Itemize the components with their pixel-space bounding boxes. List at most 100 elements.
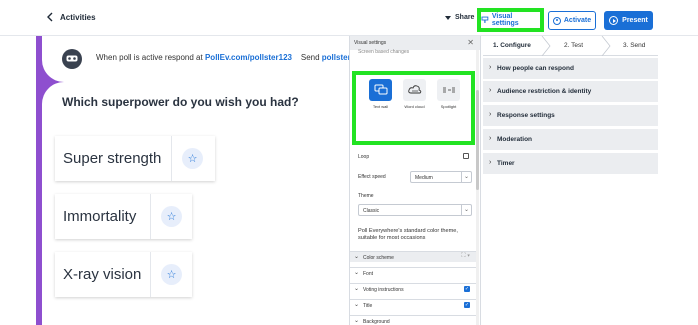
vr-headset-icon: [62, 49, 82, 69]
choice-label: Super strength: [63, 150, 162, 167]
poll-preview: When poll is active respond at PollEv.co…: [36, 36, 349, 325]
panel-title: Visual settings: [350, 36, 480, 50]
checkbox-checked-icon[interactable]: ✓: [464, 286, 470, 292]
choice-divider: [150, 252, 151, 297]
section-background[interactable]: ⌄ Background: [350, 315, 478, 325]
star-icon[interactable]: ☆: [161, 206, 182, 227]
chevron-down-icon: ⌄: [354, 318, 360, 324]
section-title[interactable]: ⌄ Title ✓: [350, 299, 478, 310]
accordion-label: Audience restriction & identity: [497, 88, 592, 95]
left-margin: [0, 36, 36, 325]
accordion-label: Response settings: [497, 112, 555, 119]
section-font[interactable]: ⌄ Font: [350, 267, 478, 278]
effect-speed-value: Medium: [415, 175, 433, 181]
chevron-down-icon: ⌄: [354, 286, 360, 292]
star-icon[interactable]: ☆: [161, 264, 182, 285]
tab-send[interactable]: 3. Send: [623, 42, 645, 49]
theme-option-word-cloud[interactable]: Word cloud: [401, 77, 428, 111]
step-tabs: 1. Configure 2. Test 3. Send: [483, 36, 658, 56]
share-label: Share: [455, 14, 475, 21]
chevron-left-icon: [47, 12, 53, 22]
effect-speed-label: Effect speed: [358, 174, 386, 180]
section-color-scheme[interactable]: ⌄ Color scheme ⛶ ▾: [350, 251, 478, 262]
accordion-moderation[interactable]: › Moderation: [483, 129, 658, 151]
section-label: Title: [363, 303, 373, 309]
section-label: Color scheme: [363, 255, 394, 261]
configure-panel: 1. Configure 2. Test 3. Send › How peopl…: [483, 36, 658, 325]
scrollbar-thumb[interactable]: [476, 90, 479, 190]
share-button[interactable]: Share: [445, 14, 474, 21]
chevron-down-icon: ⌄: [354, 254, 360, 260]
theme-option-label: Word cloud: [404, 104, 425, 109]
accordion-audience-restriction[interactable]: › Audience restriction & identity: [483, 81, 658, 103]
section-label: Voting instructions: [363, 287, 404, 293]
accordion-timer[interactable]: › Timer: [483, 153, 658, 175]
respond-url: PollEv.com/pollster123: [204, 53, 292, 62]
accordion-response-settings[interactable]: › Response settings: [483, 105, 658, 127]
theme-select[interactable]: Classic ⌄: [358, 204, 472, 216]
panel-scrollbar[interactable]: [476, 50, 479, 325]
theme-label: Theme: [358, 193, 374, 199]
accordion-label: How people can respond: [497, 65, 574, 72]
theme-option-text-wall[interactable]: Text wall: [367, 77, 394, 111]
paint-icon: [481, 16, 489, 23]
theme-value: Classic: [363, 208, 380, 214]
section-label: Background: [363, 319, 390, 325]
poll-question: Which superpower do you wish you had?: [62, 95, 299, 109]
send-prefix: Send: [300, 53, 320, 62]
choice-item[interactable]: Super strength ☆: [55, 136, 215, 181]
accordion-label: Timer: [497, 160, 515, 167]
close-icon[interactable]: ✕: [467, 38, 474, 47]
effect-speed-select[interactable]: Medium ⌄: [410, 171, 472, 183]
caret-down-icon: [445, 15, 451, 20]
choice-item[interactable]: Immortality ☆: [55, 194, 192, 239]
accordion-label: Moderation: [497, 136, 533, 143]
loop-label: Loop: [358, 154, 370, 160]
activate-button[interactable]: Activate: [548, 11, 596, 30]
step-separator-icon: [601, 36, 611, 56]
cloud-icon: [403, 79, 426, 101]
respond-instructions-band: When poll is active respond at PollEv.co…: [42, 36, 349, 82]
chevron-right-icon: ›: [489, 64, 492, 71]
star-icon[interactable]: ☆: [182, 148, 203, 169]
panel-title-text: Visual settings: [354, 40, 387, 46]
section-voting-instructions[interactable]: ⌄ Voting instructions ✓: [350, 283, 478, 294]
chevron-right-icon: ›: [489, 135, 492, 142]
back-label: Activities: [60, 12, 96, 22]
back-to-activities[interactable]: Activities: [46, 12, 96, 22]
chevron-right-icon: ›: [489, 159, 492, 166]
choice-divider: [171, 136, 172, 181]
section-label: Font: [363, 271, 374, 277]
palette-icon: ⛶ ▾: [461, 253, 470, 259]
checkbox-checked-icon[interactable]: ✓: [464, 302, 470, 308]
clipped-heading: Screen based changes: [358, 49, 410, 55]
chevron-down-icon: ⌄: [461, 205, 471, 215]
theme-option-label: Text wall: [372, 104, 389, 109]
theme-option-spotlight[interactable]: Spotlight: [435, 77, 462, 111]
theme-option-label: Spotlight: [440, 104, 457, 109]
present-label: Present: [622, 17, 648, 24]
respond-instructions: When poll is active respond at PollEv.co…: [96, 53, 349, 62]
play-icon: [609, 16, 619, 25]
send-target: pollster12: [321, 53, 349, 62]
chevron-right-icon: ›: [489, 87, 492, 94]
visual-settings-button[interactable]: Visual settings: [477, 8, 544, 32]
activate-label: Activate: [563, 17, 592, 24]
present-button[interactable]: Present: [604, 11, 653, 30]
broadcast-icon: [552, 16, 561, 25]
accordion-how-people-can-respond[interactable]: › How people can respond: [483, 58, 658, 80]
chevron-down-icon: ⌄: [354, 302, 360, 308]
theme-picker: Text wall Word cloud Spotlight: [352, 71, 475, 145]
theme-description: Poll Everywhere's standard color theme, …: [358, 228, 458, 241]
choice-item[interactable]: X-ray vision ☆: [55, 252, 192, 297]
choice-divider: [150, 194, 151, 239]
tab-configure[interactable]: 1. Configure: [493, 42, 531, 49]
chat-bubbles-icon: [369, 79, 392, 101]
loop-checkbox[interactable]: [463, 153, 469, 159]
top-bar: Activities Share Visual settings Activat…: [0, 0, 698, 36]
tab-test[interactable]: 2. Test: [564, 42, 583, 49]
right-margin: [658, 36, 698, 325]
choice-label: Immortality: [63, 208, 137, 225]
chevron-down-icon: ⌄: [354, 270, 360, 276]
respond-prefix: When poll is active respond at: [96, 53, 203, 62]
